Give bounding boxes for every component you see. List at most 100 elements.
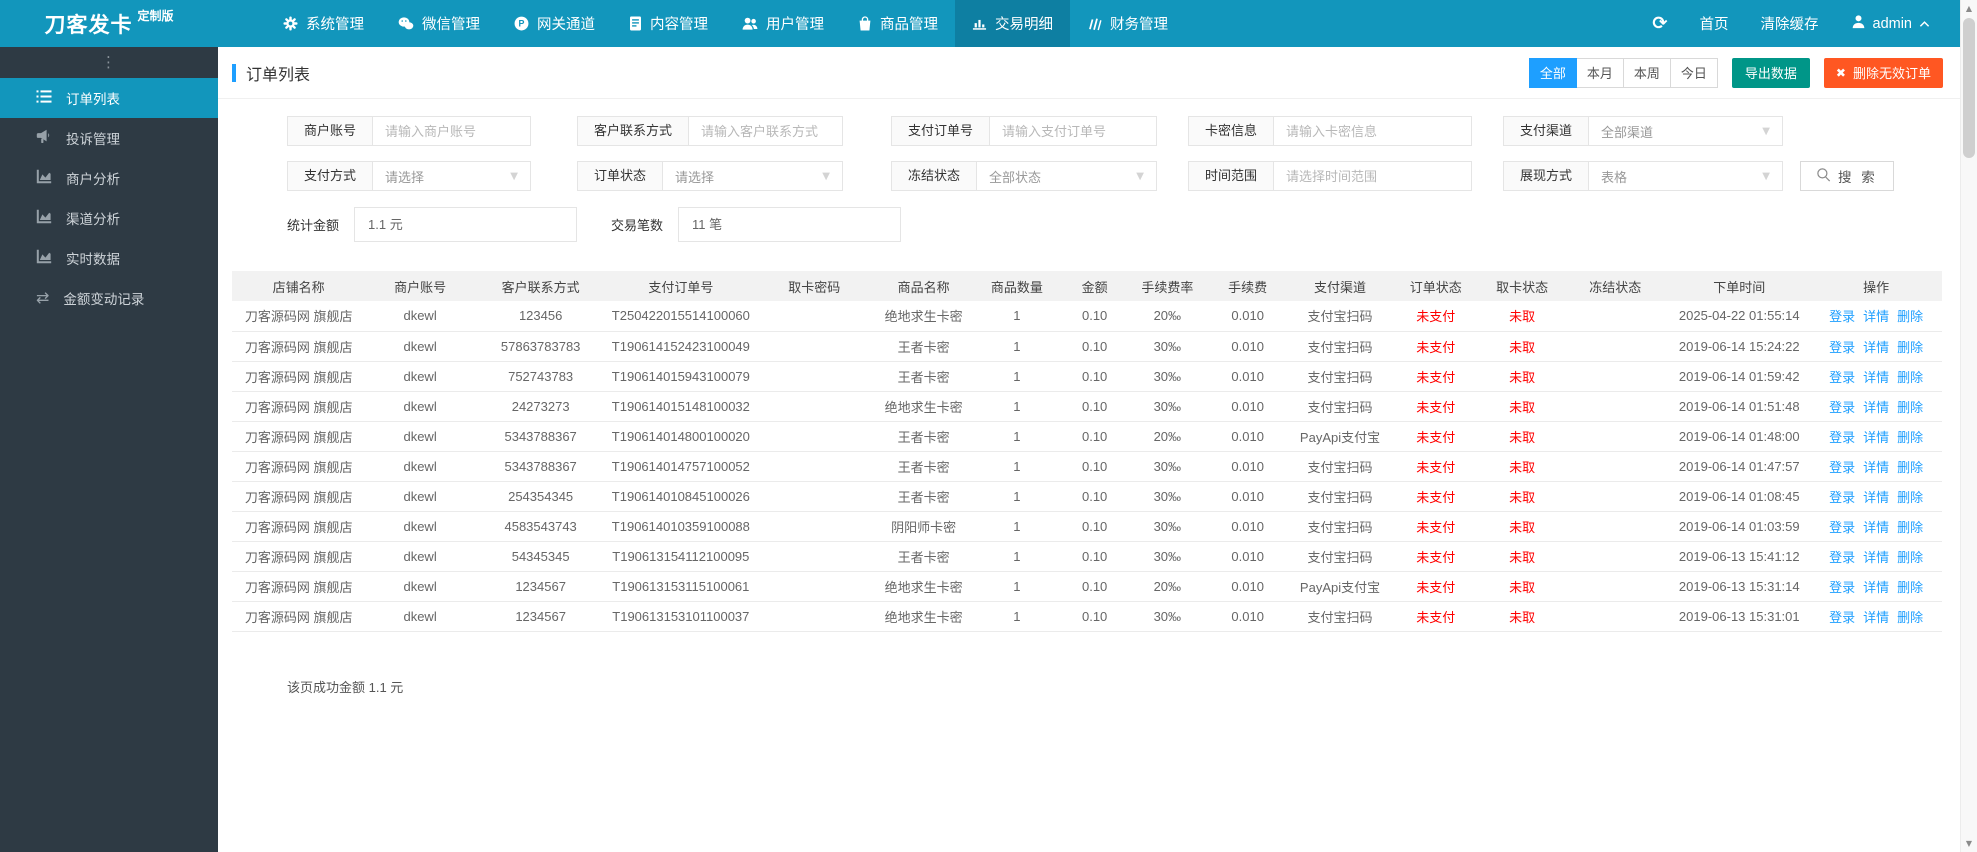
filter-freeze-status: 冻结状态 全部状态 ▼	[891, 161, 1157, 191]
sidebar-item-realtime-data[interactable]: 实时数据	[0, 238, 218, 278]
delete-link[interactable]: 删除	[1897, 430, 1923, 445]
login-link[interactable]: 登录	[1829, 520, 1855, 535]
menu-label: 用户管理	[766, 17, 824, 33]
pay-channel-cell: PayApi支付宝	[1290, 421, 1390, 452]
delete-link[interactable]: 删除	[1897, 520, 1923, 535]
merchant-account-input[interactable]	[373, 117, 530, 145]
delete-link[interactable]: 删除	[1897, 309, 1923, 324]
sidebar-item-merchant-analysis[interactable]: 商户分析	[0, 158, 218, 198]
login-link[interactable]: 登录	[1829, 550, 1855, 565]
pay-order-no-input[interactable]	[990, 117, 1156, 145]
detail-link[interactable]: 详情	[1863, 580, 1889, 595]
order-status-select[interactable]: 请选择 ▼	[663, 162, 842, 190]
detail-link[interactable]: 详情	[1863, 430, 1889, 445]
login-link[interactable]: 登录	[1829, 340, 1855, 355]
row-actions: 登录 详情 删除	[1810, 301, 1942, 332]
time-range-input[interactable]	[1274, 162, 1471, 190]
login-link[interactable]: 登录	[1829, 430, 1855, 445]
home-link[interactable]: 首页	[1684, 0, 1745, 47]
detail-link[interactable]: 详情	[1863, 370, 1889, 385]
page-scrollbar[interactable]: ▲ ▼	[1960, 0, 1977, 852]
list-ol-icon	[36, 89, 52, 107]
pay-order-no-cell: T190614010845100026	[606, 481, 756, 512]
order-time-cell: 2025-04-22 01:55:14	[1668, 301, 1811, 332]
login-link[interactable]: 登录	[1829, 460, 1855, 475]
pay-channel-select[interactable]: 全部渠道 ▼	[1589, 117, 1782, 145]
sidebar-item-complaints[interactable]: 投诉管理	[0, 118, 218, 158]
display-mode-select[interactable]: 表格 ▼	[1589, 162, 1782, 190]
product-name-cell: 王者卡密	[873, 481, 975, 512]
detail-link[interactable]: 详情	[1863, 340, 1889, 355]
tab-this-month[interactable]: 本月	[1576, 57, 1624, 88]
order-time-cell: 2019-06-13 15:31:01	[1668, 601, 1811, 632]
login-link[interactable]: 登录	[1829, 370, 1855, 385]
detail-link[interactable]: 详情	[1863, 309, 1889, 324]
sidebar-item-amount-change-log[interactable]: ⇄ 金额变动记录	[0, 278, 218, 318]
tab-this-week[interactable]: 本周	[1623, 57, 1671, 88]
menu-system[interactable]: 系统管理	[266, 0, 381, 47]
sidebar-item-channel-analysis[interactable]: 渠道分析	[0, 198, 218, 238]
user-menu[interactable]: admin	[1835, 0, 1947, 47]
pay-channel-cell: 支付宝扫码	[1290, 301, 1390, 332]
chevron-down-icon: ▼	[1762, 125, 1770, 137]
delete-link[interactable]: 删除	[1897, 580, 1923, 595]
menu-transactions[interactable]: 交易明细	[955, 0, 1070, 47]
card-info-input[interactable]	[1274, 117, 1471, 145]
tab-today[interactable]: 今日	[1670, 57, 1718, 88]
menu-content[interactable]: 内容管理	[612, 0, 725, 47]
login-link[interactable]: 登录	[1829, 309, 1855, 324]
brand-logo[interactable]: 刀客发卡 定制版	[0, 0, 218, 47]
filter-label: 支付订单号	[892, 117, 991, 145]
fee-rate-cell: 20‰	[1129, 301, 1205, 332]
scroll-up-arrow[interactable]: ▲	[1961, 0, 1977, 17]
fee-cell: 0.010	[1204, 481, 1291, 512]
card-status-cell: 未取	[1481, 541, 1563, 572]
sidebar-item-order-list[interactable]: 订单列表	[0, 78, 218, 118]
table-row: 刀客源码网 旗舰店 dkewl 5343788367 T190614014757100…	[232, 451, 1942, 482]
menu-label: 内容管理	[650, 17, 708, 33]
delete-link[interactable]: 删除	[1897, 460, 1923, 475]
pay-order-no-cell: T190614010359100088	[606, 511, 756, 542]
delete-link[interactable]: 删除	[1897, 370, 1923, 385]
column-header: 店铺名称	[232, 271, 366, 301]
detail-link[interactable]: 详情	[1863, 490, 1889, 505]
menu-finance[interactable]: 财务管理	[1070, 0, 1185, 47]
detail-link[interactable]: 详情	[1863, 550, 1889, 565]
freeze-status-select[interactable]: 全部状态 ▼	[977, 162, 1156, 190]
login-link[interactable]: 登录	[1829, 580, 1855, 595]
customer-contact-cell: 54345345	[474, 541, 607, 572]
delete-link[interactable]: 删除	[1897, 400, 1923, 415]
detail-link[interactable]: 详情	[1863, 400, 1889, 415]
export-data-button[interactable]: 导出数据	[1731, 57, 1810, 88]
delete-invalid-orders-button[interactable]: ✖ 删除无效订单	[1823, 57, 1943, 88]
scroll-thumb[interactable]	[1963, 18, 1975, 158]
delete-link[interactable]: 删除	[1897, 340, 1923, 355]
customer-contact-input[interactable]	[689, 117, 842, 145]
delete-link[interactable]: 删除	[1897, 490, 1923, 505]
detail-link[interactable]: 详情	[1863, 520, 1889, 535]
delete-link[interactable]: 删除	[1897, 550, 1923, 565]
card-status-cell: 未取	[1481, 301, 1563, 332]
delete-link[interactable]: 删除	[1897, 610, 1923, 625]
login-link[interactable]: 登录	[1829, 400, 1855, 415]
login-link[interactable]: 登录	[1829, 490, 1855, 505]
menu-gateway[interactable]: P 网关通道	[497, 0, 612, 47]
search-button[interactable]: 搜 索	[1800, 161, 1894, 191]
clear-cache-link[interactable]: 清除缓存	[1745, 0, 1835, 47]
tab-all[interactable]: 全部	[1528, 57, 1577, 88]
table-row: 刀客源码网 旗舰店 dkewl 1234567 T190613153115100061…	[232, 571, 1942, 602]
detail-link[interactable]: 详情	[1863, 460, 1889, 475]
menu-products[interactable]: 商品管理	[841, 0, 955, 47]
refresh-icon: ⟳	[1652, 13, 1668, 34]
select-value: 全部状态	[989, 169, 1042, 185]
login-link[interactable]: 登录	[1829, 610, 1855, 625]
pay-method-select[interactable]: 请选择 ▼	[373, 162, 530, 190]
menu-wechat[interactable]: 微信管理	[381, 0, 497, 47]
menu-users[interactable]: 用户管理	[725, 0, 841, 47]
scroll-down-arrow[interactable]: ▼	[1961, 835, 1977, 852]
order-time-cell: 2019-06-14 15:24:22	[1668, 331, 1811, 362]
sidebar-collapse-toggle[interactable]: ⋮	[0, 47, 218, 78]
search-label: 搜 索	[1838, 170, 1878, 185]
detail-link[interactable]: 详情	[1863, 610, 1889, 625]
refresh-button[interactable]: ⟳	[1636, 0, 1683, 47]
